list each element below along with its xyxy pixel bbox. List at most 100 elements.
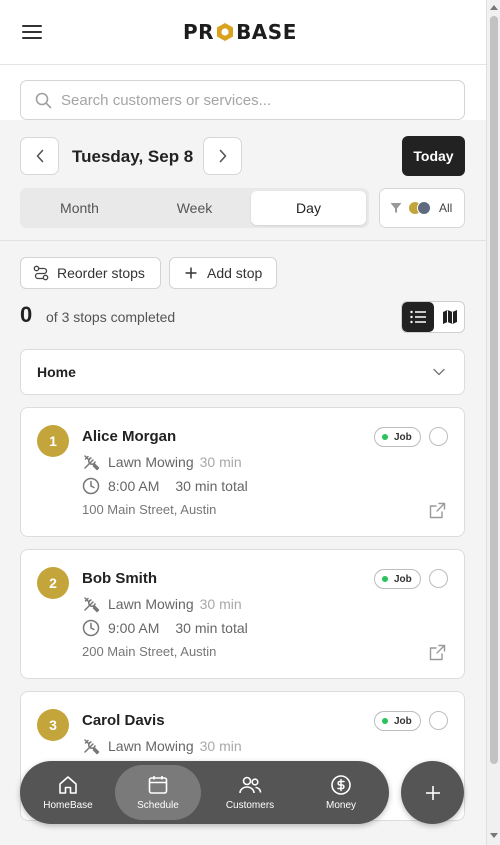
map-icon bbox=[442, 310, 457, 324]
filter-label: All bbox=[439, 201, 453, 215]
scroll-up-arrow-icon[interactable] bbox=[490, 5, 498, 10]
users-icon bbox=[239, 776, 262, 794]
start-location-select[interactable]: Home bbox=[20, 349, 465, 395]
nav-homebase-label: HomeBase bbox=[43, 800, 93, 811]
time-line: 9:00 AM 30 min total bbox=[82, 619, 248, 637]
plus-icon bbox=[425, 785, 440, 800]
next-day-button[interactable] bbox=[203, 137, 242, 175]
stop-address: 100 Main Street, Austin bbox=[82, 502, 217, 517]
tools-icon bbox=[84, 739, 100, 755]
tab-week[interactable]: Week bbox=[138, 191, 251, 225]
stop-card[interactable]: 1 Alice Morgan Job Lawn Mowing 30 min 8:… bbox=[20, 407, 465, 537]
customer-name: Bob Smith bbox=[82, 570, 157, 587]
hamburger-icon[interactable] bbox=[22, 22, 42, 42]
tools-icon bbox=[84, 455, 100, 471]
chevron-right-icon bbox=[219, 149, 226, 163]
filter-icon bbox=[390, 203, 402, 213]
stop-time: 8:00 AM bbox=[108, 478, 160, 494]
scrollbar-thumb[interactable] bbox=[490, 16, 498, 764]
home-icon bbox=[59, 776, 77, 794]
external-link-icon[interactable] bbox=[429, 644, 446, 661]
filter-button[interactable]: All bbox=[379, 188, 465, 228]
job-badge-label: Job bbox=[394, 715, 412, 727]
nav-customers[interactable]: Customers bbox=[207, 765, 293, 820]
bottom-navigation: HomeBase Schedule Customers Money bbox=[20, 761, 389, 824]
job-badge-label: Job bbox=[394, 431, 412, 443]
dollar-icon bbox=[331, 775, 351, 795]
search-icon bbox=[35, 92, 52, 108]
service-duration: 30 min bbox=[199, 454, 242, 470]
completed-count: 0 bbox=[20, 302, 33, 327]
nav-money-label: Money bbox=[325, 800, 356, 811]
top-bar: PR BASE bbox=[0, 0, 486, 65]
service-name: Lawn Mowing bbox=[108, 596, 194, 612]
chevron-down-icon bbox=[433, 368, 445, 376]
nav-schedule[interactable]: Schedule bbox=[115, 765, 201, 820]
plus-icon bbox=[185, 267, 197, 279]
view-mode-toggle bbox=[401, 301, 465, 333]
list-icon bbox=[409, 310, 426, 324]
external-link-icon[interactable] bbox=[429, 502, 446, 519]
list-view-button[interactable] bbox=[402, 302, 434, 332]
add-stop-label: Add stop bbox=[207, 265, 263, 281]
time-line: 8:00 AM 30 min total bbox=[82, 477, 248, 495]
service-line: Lawn Mowing 30 min bbox=[82, 737, 242, 755]
page-scrollbar[interactable] bbox=[486, 0, 500, 845]
complete-checkbox[interactable] bbox=[429, 569, 448, 588]
nav-customers-label: Customers bbox=[225, 800, 275, 811]
job-badge-label: Job bbox=[394, 573, 412, 585]
current-date-label: Tuesday, Sep 8 bbox=[72, 147, 194, 166]
job-badge: Job bbox=[374, 569, 421, 589]
nav-money[interactable]: Money bbox=[298, 765, 384, 820]
service-name: Lawn Mowing bbox=[108, 738, 194, 754]
logo-text-right: BASE bbox=[236, 20, 297, 44]
today-button[interactable]: Today bbox=[402, 136, 465, 176]
job-badge: Job bbox=[374, 711, 421, 731]
clock-icon bbox=[82, 619, 100, 637]
clock-icon bbox=[82, 477, 100, 495]
customer-name: Alice Morgan bbox=[82, 428, 177, 445]
map-view-button[interactable] bbox=[434, 302, 464, 332]
job-status-dot bbox=[382, 718, 388, 724]
add-stop-button[interactable]: Add stop bbox=[169, 257, 277, 289]
job-status-dot bbox=[382, 434, 388, 440]
nav-homebase[interactable]: HomeBase bbox=[25, 765, 111, 820]
view-switcher: Month Week Day bbox=[20, 188, 369, 228]
app-root: PR BASE Tuesday, Sep 8 bbox=[0, 0, 486, 845]
search-section bbox=[0, 65, 486, 120]
scroll-down-arrow-icon[interactable] bbox=[490, 833, 498, 838]
job-badge: Job bbox=[374, 427, 421, 447]
stop-number: 3 bbox=[37, 709, 69, 741]
date-controls: Tuesday, Sep 8 Today Month Week Day All bbox=[0, 120, 486, 241]
reorder-stops-button[interactable]: Reorder stops bbox=[20, 257, 161, 289]
stop-address: 200 Main Street, Austin bbox=[82, 644, 217, 659]
tab-month[interactable]: Month bbox=[23, 191, 136, 225]
tools-icon bbox=[84, 597, 100, 613]
chevron-left-icon bbox=[36, 149, 43, 163]
complete-checkbox[interactable] bbox=[429, 711, 448, 730]
complete-checkbox[interactable] bbox=[429, 427, 448, 446]
previous-day-button[interactable] bbox=[20, 137, 59, 175]
logo-text-left: PR bbox=[183, 20, 215, 44]
service-duration: 30 min bbox=[199, 596, 242, 612]
search-input[interactable] bbox=[61, 91, 441, 109]
hexagon-logo-icon bbox=[217, 23, 234, 41]
tab-day[interactable]: Day bbox=[251, 191, 366, 225]
add-fab-button[interactable] bbox=[401, 761, 464, 824]
stop-total: 30 min total bbox=[175, 620, 248, 636]
service-duration: 30 min bbox=[199, 738, 242, 754]
completed-text: of 3 stops completed bbox=[46, 309, 176, 325]
reorder-stops-label: Reorder stops bbox=[57, 265, 145, 281]
service-line: Lawn Mowing 30 min bbox=[82, 453, 242, 471]
stop-time: 9:00 AM bbox=[108, 620, 160, 636]
service-name: Lawn Mowing bbox=[108, 454, 194, 470]
search-box[interactable] bbox=[20, 80, 465, 120]
stop-total: 30 min total bbox=[175, 478, 248, 494]
job-status-dot bbox=[382, 576, 388, 582]
stop-number: 1 bbox=[37, 425, 69, 457]
probase-logo: PR BASE bbox=[183, 20, 297, 44]
team-toggle-icon bbox=[409, 201, 431, 215]
calendar-icon bbox=[148, 776, 168, 794]
service-line: Lawn Mowing 30 min bbox=[82, 595, 242, 613]
stop-card[interactable]: 2 Bob Smith Job Lawn Mowing 30 min 9:00 … bbox=[20, 549, 465, 679]
